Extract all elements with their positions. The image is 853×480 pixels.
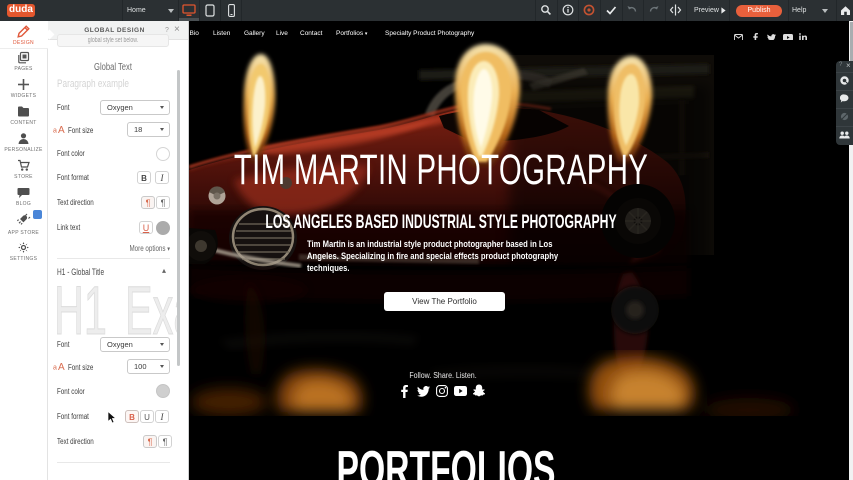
svg-text:a: a [53, 128, 57, 135]
svg-text:a: a [53, 365, 57, 372]
svg-text:A: A [58, 125, 65, 134]
svg-text:A: A [58, 362, 65, 371]
